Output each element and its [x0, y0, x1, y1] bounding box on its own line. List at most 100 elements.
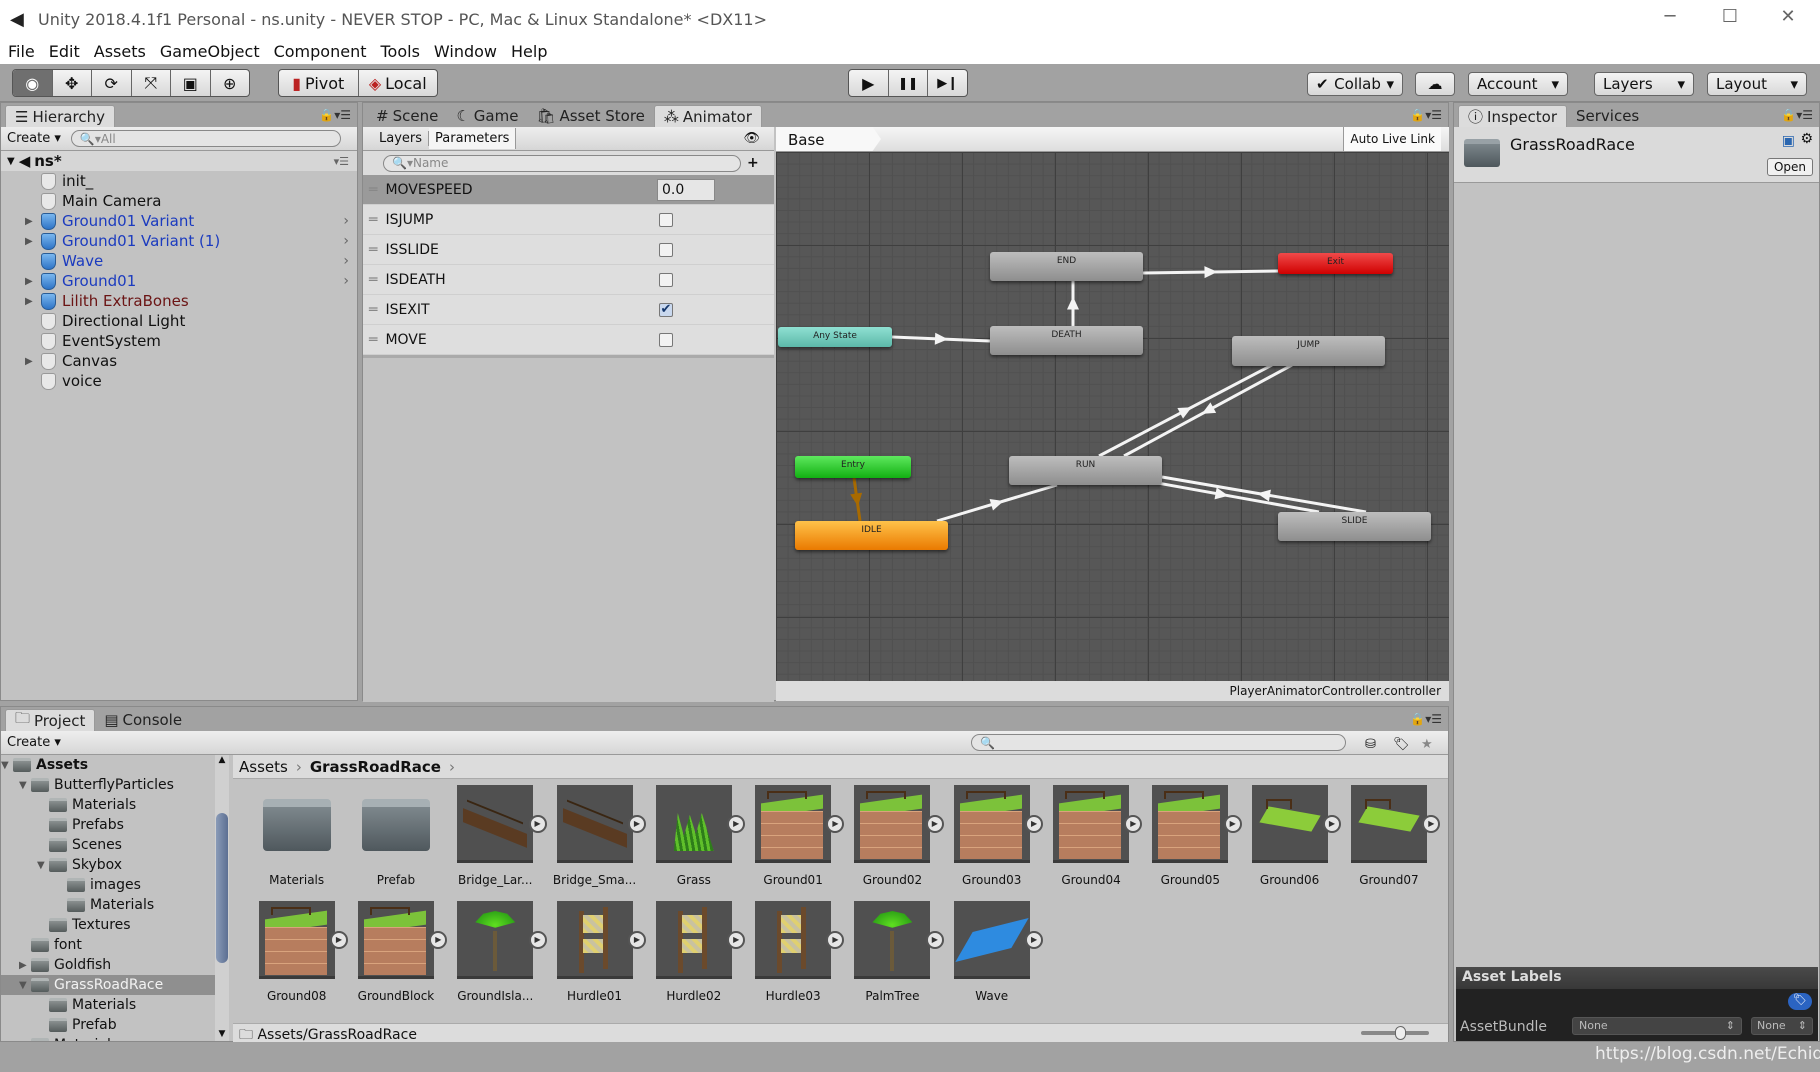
- expand-arrow-icon[interactable]: ▶: [25, 296, 33, 307]
- transform-tool-3[interactable]: ⤧: [132, 70, 171, 96]
- folder-tree-item[interactable]: font: [1, 935, 215, 955]
- auto-live-link-button[interactable]: Auto Live Link: [1343, 127, 1441, 151]
- maximize-button[interactable]: ☐: [1710, 6, 1750, 32]
- scroll-down-icon[interactable]: ▼: [215, 1029, 229, 1039]
- tab-services[interactable]: Services: [1567, 105, 1648, 127]
- state-node-any[interactable]: Any State: [778, 327, 892, 347]
- drag-handle-icon[interactable]: ═: [369, 242, 377, 258]
- asset-item[interactable]: ▶ Grass: [644, 785, 746, 901]
- tab-project[interactable]: 🗀 Project: [5, 709, 96, 731]
- folder-tree-item[interactable]: Materials: [1, 795, 215, 815]
- tab-asset-store[interactable]: 🛍 Asset Store: [527, 105, 653, 127]
- account-dropdown[interactable]: Account ▾: [1468, 72, 1568, 96]
- menu-edit[interactable]: Edit: [49, 42, 80, 61]
- tab-hierarchy[interactable]: ☰ Hierarchy: [5, 105, 115, 127]
- parameter-row[interactable]: ═ ISSLIDE: [363, 235, 774, 265]
- chevron-right-icon[interactable]: ›: [343, 253, 349, 269]
- lock-icon[interactable]: 🔒▾☰: [1410, 712, 1442, 726]
- hierarchy-item[interactable]: Directional Light: [1, 311, 357, 331]
- favorite-star-icon[interactable]: ★: [1421, 737, 1433, 752]
- state-node-end[interactable]: END: [990, 252, 1143, 281]
- expand-prefab-icon[interactable]: ▶: [1322, 815, 1341, 833]
- hierarchy-item[interactable]: init_: [1, 171, 357, 191]
- scroll-up-icon[interactable]: ▲: [215, 755, 229, 765]
- parameter-float-field[interactable]: 0.0: [657, 178, 715, 201]
- expand-prefab-icon[interactable]: ▶: [826, 931, 845, 949]
- breadcrumb-grassroadrace[interactable]: GrassRoadRace: [310, 758, 441, 776]
- folder-tree-item[interactable]: ▼ ButterflyParticles: [1, 775, 215, 795]
- folder-tree-item[interactable]: Scenes: [1, 835, 215, 855]
- project-create-dropdown[interactable]: Create ▾: [7, 735, 61, 750]
- expand-prefab-icon[interactable]: ▶: [1223, 815, 1242, 833]
- state-node-run[interactable]: RUN: [1009, 456, 1162, 485]
- drag-handle-icon[interactable]: ═: [369, 272, 377, 288]
- asset-item[interactable]: ▶ Ground04: [1041, 785, 1143, 901]
- expand-prefab-icon[interactable]: ▶: [925, 815, 944, 833]
- expand-prefab-icon[interactable]: ▶: [826, 815, 845, 833]
- parameter-row[interactable]: ═ MOVESPEED 0.0: [363, 175, 774, 205]
- hierarchy-item[interactable]: voice: [1, 371, 357, 391]
- hierarchy-item[interactable]: ▶ Ground01 Variant ›: [1, 211, 357, 231]
- tab-game[interactable]: ☾ Game: [447, 105, 527, 127]
- asset-item[interactable]: ▶ Ground06: [1240, 785, 1341, 901]
- play-button[interactable]: ▶: [849, 70, 889, 96]
- hierarchy-item[interactable]: ▶ Ground01 Variant (1) ›: [1, 231, 357, 251]
- tab-scene[interactable]: # Scene: [367, 105, 447, 127]
- folder-tree-item[interactable]: ▼ GrassRoadRace: [1, 975, 215, 995]
- create-dropdown[interactable]: Create ▾: [7, 131, 61, 146]
- state-machine-graph[interactable]: END Exit Any State DEATH JUMP Entry RUN IDLE SLI…: [776, 152, 1449, 681]
- drag-handle-icon[interactable]: ═: [369, 212, 377, 228]
- variant-dropdown[interactable]: None ⇕: [1751, 1017, 1813, 1035]
- parameter-row[interactable]: ═ ISDEATH: [363, 265, 774, 295]
- asset-item[interactable]: Prefab: [346, 785, 445, 901]
- filter-label-icon[interactable]: 🏷: [1393, 737, 1410, 752]
- parameter-checkbox[interactable]: [659, 242, 673, 257]
- asset-item[interactable]: ▶ Hurdle03: [743, 901, 845, 1017]
- state-node-entry[interactable]: Entry: [795, 456, 911, 478]
- breadcrumb-assets[interactable]: Assets: [239, 758, 288, 776]
- expand-prefab-icon[interactable]: ▶: [1124, 815, 1143, 833]
- hierarchy-search-input[interactable]: 🔍▾ All: [70, 130, 341, 147]
- expand-prefab-icon[interactable]: ▶: [330, 931, 348, 949]
- expand-arrow-icon[interactable]: ▶: [25, 356, 33, 367]
- hierarchy-item[interactable]: Wave ›: [1, 251, 357, 271]
- thumbnail-size-slider[interactable]: [1361, 1026, 1429, 1040]
- expand-prefab-icon[interactable]: ▶: [1422, 815, 1441, 833]
- open-button[interactable]: Open: [1766, 158, 1813, 176]
- state-node-exit[interactable]: Exit: [1278, 253, 1393, 274]
- lock-icon[interactable]: 🔒▾☰: [1781, 108, 1813, 122]
- eye-icon[interactable]: 👁: [743, 131, 760, 146]
- chevron-right-icon[interactable]: ›: [343, 233, 349, 249]
- pivot-button[interactable]: ▮ Pivot: [279, 70, 359, 96]
- layout-dropdown[interactable]: Layout ▾: [1707, 72, 1807, 96]
- expand-arrow-icon[interactable]: ▼: [19, 980, 27, 991]
- expand-arrow-icon[interactable]: ▼: [1, 760, 9, 771]
- expand-arrow-icon[interactable]: ▶: [25, 236, 33, 247]
- lock-icon[interactable]: 🔒▾☰: [319, 108, 351, 122]
- asset-item[interactable]: ▶ Hurdle02: [644, 901, 746, 1017]
- expand-prefab-icon[interactable]: ▶: [925, 931, 944, 949]
- state-node-jump[interactable]: JUMP: [1232, 336, 1385, 366]
- scroll-thumb[interactable]: [216, 813, 228, 963]
- pause-button[interactable]: ❚❚: [889, 70, 929, 96]
- asset-item[interactable]: ▶ GroundIsla...: [446, 901, 547, 1017]
- asset-item[interactable]: ▶ PalmTree: [843, 901, 944, 1017]
- expand-prefab-icon[interactable]: ▶: [627, 931, 646, 949]
- parameter-row[interactable]: ═ MOVE: [363, 325, 774, 355]
- expand-prefab-icon[interactable]: ▶: [627, 815, 646, 833]
- expand-prefab-icon[interactable]: ▶: [528, 931, 547, 949]
- collab-dropdown[interactable]: ✔ Collab ▾: [1307, 72, 1403, 96]
- expand-prefab-icon[interactable]: ▶: [429, 931, 448, 949]
- expand-arrow-icon[interactable]: ▶: [19, 960, 27, 971]
- menu-help[interactable]: Help: [511, 42, 547, 61]
- expand-arrow-icon[interactable]: ▶: [25, 276, 33, 287]
- tab-layers[interactable]: Layers: [373, 131, 430, 146]
- menu-file[interactable]: File: [8, 42, 35, 61]
- tree-scrollbar[interactable]: ▲ ▼: [215, 755, 229, 1041]
- asset-item[interactable]: ▶ GroundBlock: [346, 901, 448, 1017]
- close-button[interactable]: ✕: [1768, 6, 1808, 32]
- drag-handle-icon[interactable]: ═: [369, 182, 377, 198]
- hierarchy-item[interactable]: ▶ Lilith ExtraBones: [1, 291, 357, 311]
- add-parameter-button[interactable]: +: [747, 155, 759, 171]
- hierarchy-item[interactable]: Main Camera: [1, 191, 357, 211]
